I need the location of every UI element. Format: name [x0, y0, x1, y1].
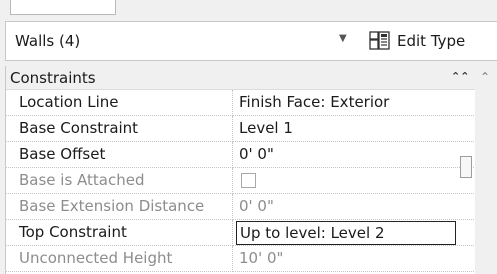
property-row-base-constraint[interactable]: Base Constraint Level 1 — [6, 116, 476, 142]
property-name: Top Constraint — [19, 223, 127, 241]
type-preview-area — [0, 0, 497, 18]
property-value: 10' 0" — [239, 249, 284, 267]
property-name: Base Offset — [19, 145, 106, 163]
double-chevron-up-icon[interactable]: ⌃⌃ — [451, 70, 469, 83]
property-value: Up to level: Level 2 — [240, 224, 385, 242]
property-name: Unconnected Height — [19, 249, 173, 267]
property-name: Location Line — [19, 93, 119, 111]
property-row-top-constraint[interactable]: Top Constraint Up to level: Level 2 — [6, 220, 476, 246]
property-value[interactable]: Finish Face: Exterior — [239, 93, 389, 111]
property-row-location-line[interactable]: Location Line Finish Face: Exterior — [6, 90, 476, 116]
scroll-up-arrow-icon[interactable]: ⌃ — [480, 70, 490, 84]
vertical-scrollbar[interactable]: ⌃ — [475, 66, 497, 274]
property-row-unconnected-height: Unconnected Height 10' 0" — [6, 246, 476, 272]
type-preview-box[interactable] — [10, 0, 116, 15]
edit-type-icon — [369, 31, 391, 51]
edit-type-button[interactable]: Edit Type — [369, 26, 465, 56]
property-row-base-offset[interactable]: Base Offset 0' 0" — [6, 142, 476, 168]
property-name: Base Extension Distance — [19, 197, 205, 215]
group-title: Constraints — [10, 69, 96, 87]
properties-grid: Constraints ⌃⌃ Location Line Finish Face… — [5, 66, 476, 274]
top-constraint-field[interactable]: Up to level: Level 2 — [236, 221, 456, 245]
value-grip-handle[interactable] — [460, 156, 472, 178]
type-selector[interactable]: Walls (4) ▼ Edit Type — [5, 21, 497, 61]
chevron-down-icon[interactable]: ▼ — [339, 33, 347, 44]
property-name: Base Constraint — [19, 119, 139, 137]
property-row-base-is-attached: Base is Attached — [6, 168, 476, 194]
base-is-attached-checkbox — [241, 173, 256, 188]
property-value: 0' 0" — [239, 197, 274, 215]
property-value[interactable]: Level 1 — [239, 119, 293, 137]
edit-type-label: Edit Type — [397, 32, 466, 50]
group-header-constraints[interactable]: Constraints ⌃⌃ — [6, 66, 476, 90]
type-selector-value[interactable]: Walls (4) — [15, 32, 80, 50]
property-row-base-extension-distance: Base Extension Distance 0' 0" — [6, 194, 476, 220]
property-name: Base is Attached — [19, 171, 145, 189]
property-value[interactable]: 0' 0" — [239, 145, 274, 163]
